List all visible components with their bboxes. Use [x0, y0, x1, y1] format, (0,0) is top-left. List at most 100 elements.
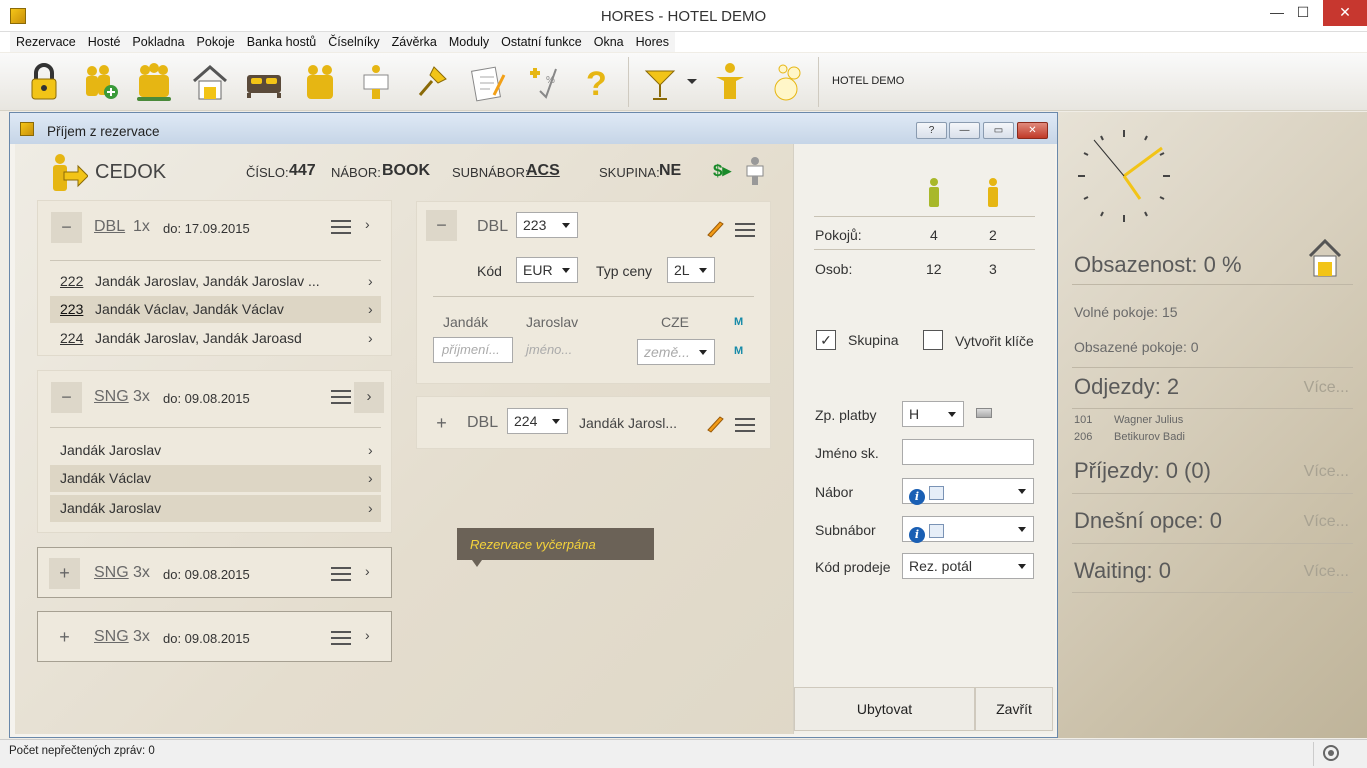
currency-select[interactable]: EUR: [516, 257, 578, 283]
nabor-select[interactable]: i: [902, 478, 1034, 505]
bubbles-icon[interactable]: [764, 59, 808, 105]
collapse-button[interactable]: −: [51, 382, 82, 413]
calculator-icon[interactable]: %: [520, 59, 564, 105]
opce-more-link[interactable]: Více...: [1304, 513, 1349, 531]
menu-hoste[interactable]: Hosté: [82, 32, 127, 52]
room-select[interactable]: 224: [507, 408, 568, 434]
subnabor-select[interactable]: i: [902, 516, 1034, 543]
room-count: 3x: [133, 388, 150, 405]
menu-pokladna[interactable]: Pokladna: [126, 32, 190, 52]
room-select[interactable]: 223: [516, 212, 578, 238]
pokoju-children: 2: [989, 227, 997, 243]
price-type-select[interactable]: 2L: [667, 257, 715, 283]
room-number[interactable]: 222: [60, 273, 83, 289]
menu-icon[interactable]: [331, 220, 351, 234]
ubytovat-button[interactable]: Ubytovat: [794, 687, 975, 731]
sign-board-icon[interactable]: [354, 59, 398, 105]
expand-button[interactable]: +: [426, 408, 457, 439]
menu-moduly[interactable]: Moduly: [443, 32, 495, 52]
country-select[interactable]: země...: [637, 339, 715, 365]
m-toggle[interactable]: M: [734, 345, 743, 357]
skupina-checkbox[interactable]: ✓: [816, 330, 836, 350]
menu-ciselniky[interactable]: Číselníky: [322, 32, 385, 52]
collapse-button[interactable]: −: [426, 210, 457, 241]
jmeno-sk-input[interactable]: [902, 439, 1034, 465]
chevron-right-icon[interactable]: ›: [354, 382, 384, 413]
maximize-button[interactable]: ▭: [983, 122, 1014, 139]
menu-icon[interactable]: [735, 223, 755, 237]
menu-icon[interactable]: [331, 390, 351, 404]
menu-pokoje[interactable]: Pokoje: [191, 32, 241, 52]
minimize-button[interactable]: —: [949, 122, 980, 139]
chevron-right-icon[interactable]: ›: [368, 437, 373, 464]
subnabor-value[interactable]: ACS: [526, 162, 560, 180]
menu-hores[interactable]: Hores: [630, 32, 675, 52]
person-icon[interactable]: [708, 59, 752, 105]
close-button[interactable]: ✕: [1017, 122, 1048, 139]
chevron-right-icon[interactable]: ›: [368, 495, 373, 522]
chevron-right-icon[interactable]: ›: [368, 465, 373, 492]
menu-icon[interactable]: [331, 567, 351, 581]
house-icon[interactable]: [188, 59, 232, 105]
chevron-down-icon[interactable]: [682, 59, 702, 105]
room-row[interactable]: 223 Jandák Václav, Jandák Václav ›: [50, 296, 381, 323]
collapse-button[interactable]: −: [51, 212, 82, 243]
surname-input[interactable]: příjmení...: [433, 337, 513, 363]
chevron-right-icon[interactable]: ›: [365, 216, 370, 232]
room-number[interactable]: 224: [60, 330, 83, 346]
network-icon[interactable]: [1322, 744, 1340, 762]
maximize-button[interactable]: ☐: [1288, 0, 1318, 26]
menu-ostatni-funkce[interactable]: Ostatní funkce: [495, 32, 588, 52]
menu-banka-hostu[interactable]: Banka hostů: [241, 32, 323, 52]
help-icon[interactable]: ?: [574, 59, 618, 105]
guest-row[interactable]: Jandák Jaroslav ›: [50, 495, 381, 522]
add-guest-icon[interactable]: [78, 59, 122, 105]
menu-icon[interactable]: [735, 418, 755, 432]
lock-icon[interactable]: [22, 59, 66, 105]
vytvorit-klice-checkbox[interactable]: [923, 330, 943, 350]
chevron-right-icon[interactable]: ›: [365, 627, 370, 643]
notepad-icon[interactable]: [466, 59, 510, 105]
zavrit-button[interactable]: Zavřít: [975, 687, 1053, 731]
guest-row[interactable]: Jandák Václav ›: [50, 465, 381, 492]
guests-group-icon[interactable]: [132, 59, 176, 105]
sign-board-icon[interactable]: [745, 156, 765, 186]
chevron-right-icon[interactable]: ›: [368, 325, 373, 352]
kod-prodeje-select[interactable]: Rez. potál: [902, 553, 1034, 579]
waiting-more-link[interactable]: Více...: [1304, 563, 1349, 581]
room-type-link[interactable]: SNG: [94, 564, 129, 582]
firstname-input[interactable]: jméno...: [517, 337, 607, 363]
chevron-right-icon[interactable]: ›: [365, 563, 370, 579]
payment-select[interactable]: H: [902, 401, 964, 427]
expand-button[interactable]: +: [49, 558, 80, 589]
chevron-right-icon[interactable]: ›: [368, 296, 373, 323]
prijezdy-more-link[interactable]: Více...: [1304, 463, 1349, 481]
expand-button[interactable]: +: [49, 622, 80, 653]
room-row[interactable]: 222 Jandák Jaroslav, Jandák Jaroslav ...…: [50, 268, 381, 295]
skupina-label: SKUPINA:: [599, 165, 660, 180]
menu-icon[interactable]: [331, 631, 351, 645]
guest-row[interactable]: Jandák Jaroslav ›: [50, 437, 381, 464]
checkin-person-icon: [53, 154, 88, 191]
card-icon[interactable]: [976, 408, 992, 418]
payment-icon[interactable]: $▸: [713, 161, 731, 181]
room-row[interactable]: 224 Jandák Jaroslav, Jandák Jaroasd ›: [50, 325, 381, 352]
pin-icon[interactable]: [410, 59, 454, 105]
menu-zaverka[interactable]: Závěrka: [386, 32, 443, 52]
guests-icon[interactable]: [298, 59, 342, 105]
close-button[interactable]: ✕: [1323, 0, 1367, 26]
room-type-link[interactable]: SNG: [94, 628, 129, 646]
pencil-icon[interactable]: [705, 413, 725, 433]
pencil-icon[interactable]: [705, 218, 725, 238]
cocktail-icon[interactable]: [638, 59, 682, 105]
bed-icon[interactable]: [242, 59, 286, 105]
room-number[interactable]: 223: [60, 301, 83, 317]
room-type-link[interactable]: SNG: [94, 388, 129, 406]
menu-rezervace[interactable]: Rezervace: [10, 32, 82, 52]
room-type-link[interactable]: DBL: [94, 218, 125, 236]
odjezdy-more-link[interactable]: Více...: [1304, 379, 1349, 397]
status-text: Počet nepřečtených zpráv: 0: [9, 745, 155, 757]
chevron-right-icon[interactable]: ›: [368, 268, 373, 295]
help-button[interactable]: ?: [916, 122, 947, 139]
menu-okna[interactable]: Okna: [588, 32, 630, 52]
